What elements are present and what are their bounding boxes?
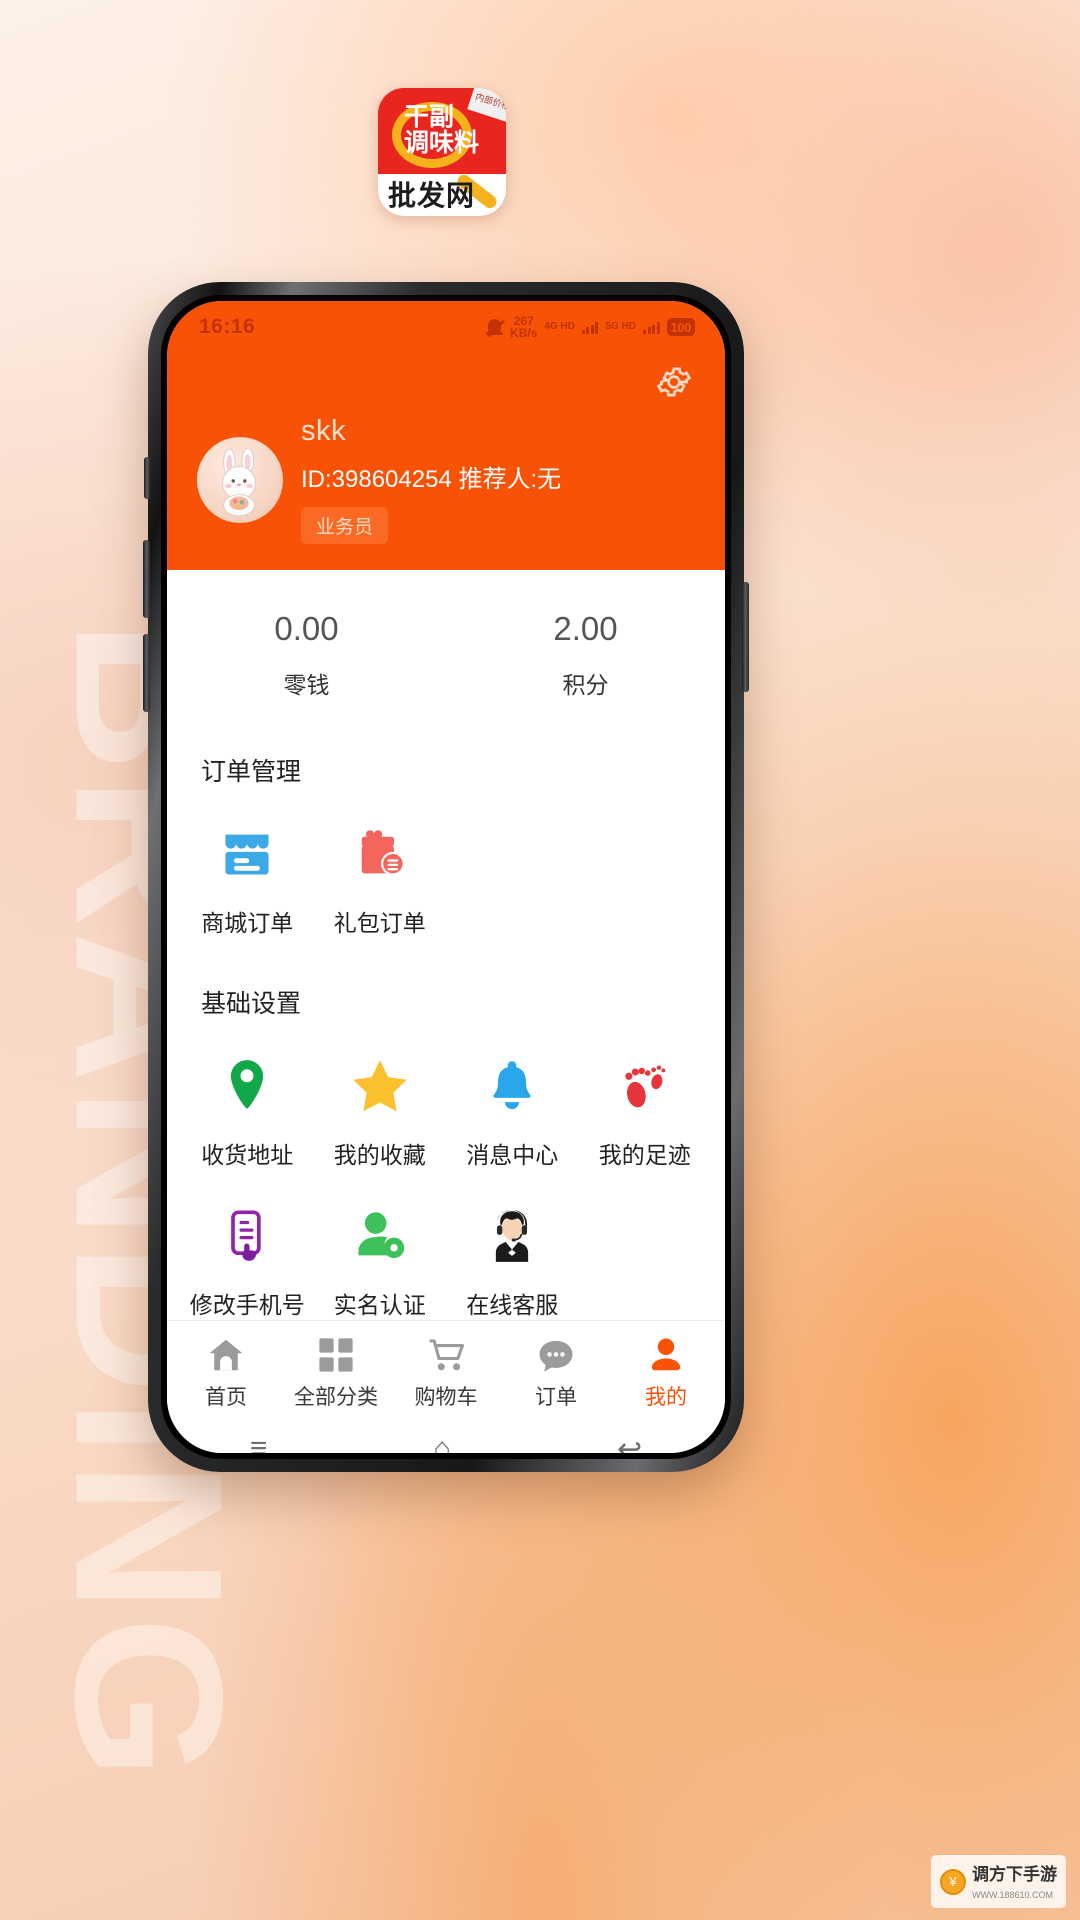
bottom-tab-bar: 首页 全部分类 购物车 订单 我的: [167, 1320, 725, 1417]
battery-indicator: 100: [666, 318, 695, 336]
grid-item-footprints[interactable]: 我的足迹: [579, 1020, 712, 1170]
profile-row[interactable]: skk ID:398604254 推荐人:无 业务员: [197, 415, 695, 544]
cart-icon: [391, 1333, 501, 1377]
grid-item-label: 我的足迹: [598, 1142, 691, 1168]
header-actions: [197, 349, 695, 401]
user-icon: [611, 1333, 721, 1377]
tab-orders[interactable]: 订单: [501, 1333, 611, 1411]
app-icon-line3: 批发网: [388, 179, 476, 212]
site-watermark: ¥ 调方下手游 WWW.188610.COM: [931, 1855, 1066, 1908]
tab-profile[interactable]: 我的: [611, 1333, 721, 1411]
username: skk: [301, 415, 346, 447]
phone-volume-up[interactable]: [143, 540, 150, 618]
grid-item-label: 商城订单: [201, 910, 294, 936]
grid-item-change-phone[interactable]: 修改手机号: [181, 1170, 314, 1320]
watermark-subtitle: WWW.188610.COM: [972, 1890, 1054, 1900]
wallet-label: 积分: [562, 672, 609, 698]
grid-item-label: 收货地址: [201, 1142, 294, 1168]
menu-icon[interactable]: ≡: [250, 1432, 268, 1453]
phone-frame: 16:16 267 KB/s 4G HD 5G HD 100 skk ID:39…: [143, 282, 749, 1472]
bell-muted-icon: [486, 318, 505, 337]
headset-agent-icon: [446, 1204, 579, 1264]
watermark-text: 调方下手游 WWW.188610.COM: [972, 1860, 1057, 1903]
wallet-row: 0.00 零钱 2.00 积分: [167, 570, 725, 706]
gear-icon[interactable]: [655, 363, 693, 401]
coin-icon: ¥: [940, 1868, 966, 1895]
footprints-icon: [579, 1054, 712, 1114]
tab-label: 订单: [535, 1386, 577, 1409]
grid-item-label: 消息中心: [466, 1142, 559, 1168]
status-badge: 业务员: [301, 507, 389, 544]
tab-label: 我的: [645, 1386, 687, 1409]
profile-header: skk ID:398604254 推荐人:无 业务员: [167, 349, 725, 570]
grid-item-online-support[interactable]: 在线客服: [446, 1170, 579, 1320]
settings-grid: 收货地址 我的收藏 消息中心 我的足迹 修改手机号 实名认证 在线客服: [167, 1020, 725, 1320]
phone-volume-down[interactable]: [143, 634, 150, 712]
tab-label: 首页: [205, 1386, 247, 1409]
home-icon[interactable]: ⌂: [433, 1432, 451, 1453]
grid-item-mall-order[interactable]: 商城订单: [181, 788, 314, 938]
network-speed: 267 KB/s: [510, 315, 537, 339]
grid-item-placeholder: [579, 1170, 712, 1320]
tab-cart[interactable]: 购物车: [391, 1333, 501, 1411]
tab-categories[interactable]: 全部分类: [281, 1333, 391, 1411]
phone-mute-switch[interactable]: [144, 457, 150, 499]
avatar[interactable]: [197, 436, 283, 523]
signal-bars-icon-1: [581, 321, 599, 334]
star-icon: [314, 1054, 447, 1114]
section-title-orders: 订单管理: [201, 758, 302, 786]
grid-item-identity-verify[interactable]: 实名认证: [314, 1170, 447, 1320]
network-label-1: 4G HD: [544, 320, 575, 332]
grid-item-shipping-address[interactable]: 收货地址: [181, 1020, 314, 1170]
phone-screen: 16:16 267 KB/s 4G HD 5G HD 100 skk ID:39…: [167, 301, 725, 1453]
grid-item-label: 礼包订单: [333, 910, 426, 936]
tab-home[interactable]: 首页: [171, 1333, 281, 1411]
bell-icon: [446, 1054, 579, 1114]
wallet-item-balance[interactable]: 0.00 零钱: [167, 610, 446, 700]
grid-item-label: 修改手机号: [189, 1292, 305, 1318]
app-icon-line2: 调味料: [404, 128, 480, 158]
order-grid: 商城订单 礼包订单: [167, 788, 725, 938]
tab-label: 购物车: [414, 1386, 478, 1409]
section-title-settings: 基础设置: [201, 990, 302, 1018]
back-icon[interactable]: ↩: [617, 1432, 642, 1454]
chat-icon: [501, 1333, 611, 1377]
status-icons: 267 KB/s 4G HD 5G HD 100: [486, 315, 695, 339]
gift-icon: [314, 822, 447, 882]
user-id-line: ID:398604254 推荐人:无: [301, 466, 562, 493]
bunny-avatar: [222, 447, 256, 516]
grid-item-placeholder: [446, 788, 579, 938]
grid-item-favorites[interactable]: 我的收藏: [314, 1020, 447, 1170]
document-tap-icon: [181, 1204, 314, 1264]
grid-item-placeholder: [579, 788, 712, 938]
grid-icon: [281, 1333, 391, 1377]
profile-info: skk ID:398604254 推荐人:无 业务员: [301, 415, 561, 544]
store-icon: [181, 822, 314, 882]
watermark-title: 调方下手游: [972, 1865, 1057, 1884]
person-gear-icon: [314, 1204, 447, 1264]
grid-item-gift-order[interactable]: 礼包订单: [314, 788, 447, 938]
home-icon: [171, 1333, 281, 1377]
phone-power-button[interactable]: [742, 582, 749, 692]
network-speed-unit: KB/s: [510, 326, 538, 340]
status-time: 16:16: [199, 315, 256, 338]
signal-bars-icon-2: [643, 321, 660, 334]
wallet-label: 零钱: [283, 672, 330, 698]
phone-bezel: 16:16 267 KB/s 4G HD 5G HD 100 skk ID:39…: [161, 295, 731, 1459]
wallet-item-points[interactable]: 2.00 积分: [446, 610, 725, 700]
grid-item-label: 我的收藏: [333, 1142, 426, 1168]
tab-label: 全部分类: [294, 1386, 378, 1409]
android-nav-bar: ≡ ⌂ ↩: [167, 1417, 725, 1453]
wallet-value: 0.00: [274, 610, 339, 647]
wallet-value: 2.00: [553, 610, 618, 647]
grid-item-message-center[interactable]: 消息中心: [446, 1020, 579, 1170]
location-pin-icon: [181, 1054, 314, 1114]
app-icon[interactable]: 干副 调味料 批发网 内部价格: [378, 88, 506, 216]
grid-item-label: 在线客服: [466, 1292, 559, 1318]
network-label-2: 5G HD: [605, 320, 636, 332]
status-bar: 16:16 267 KB/s 4G HD 5G HD 100: [167, 301, 725, 349]
grid-item-label: 实名认证: [333, 1292, 426, 1318]
